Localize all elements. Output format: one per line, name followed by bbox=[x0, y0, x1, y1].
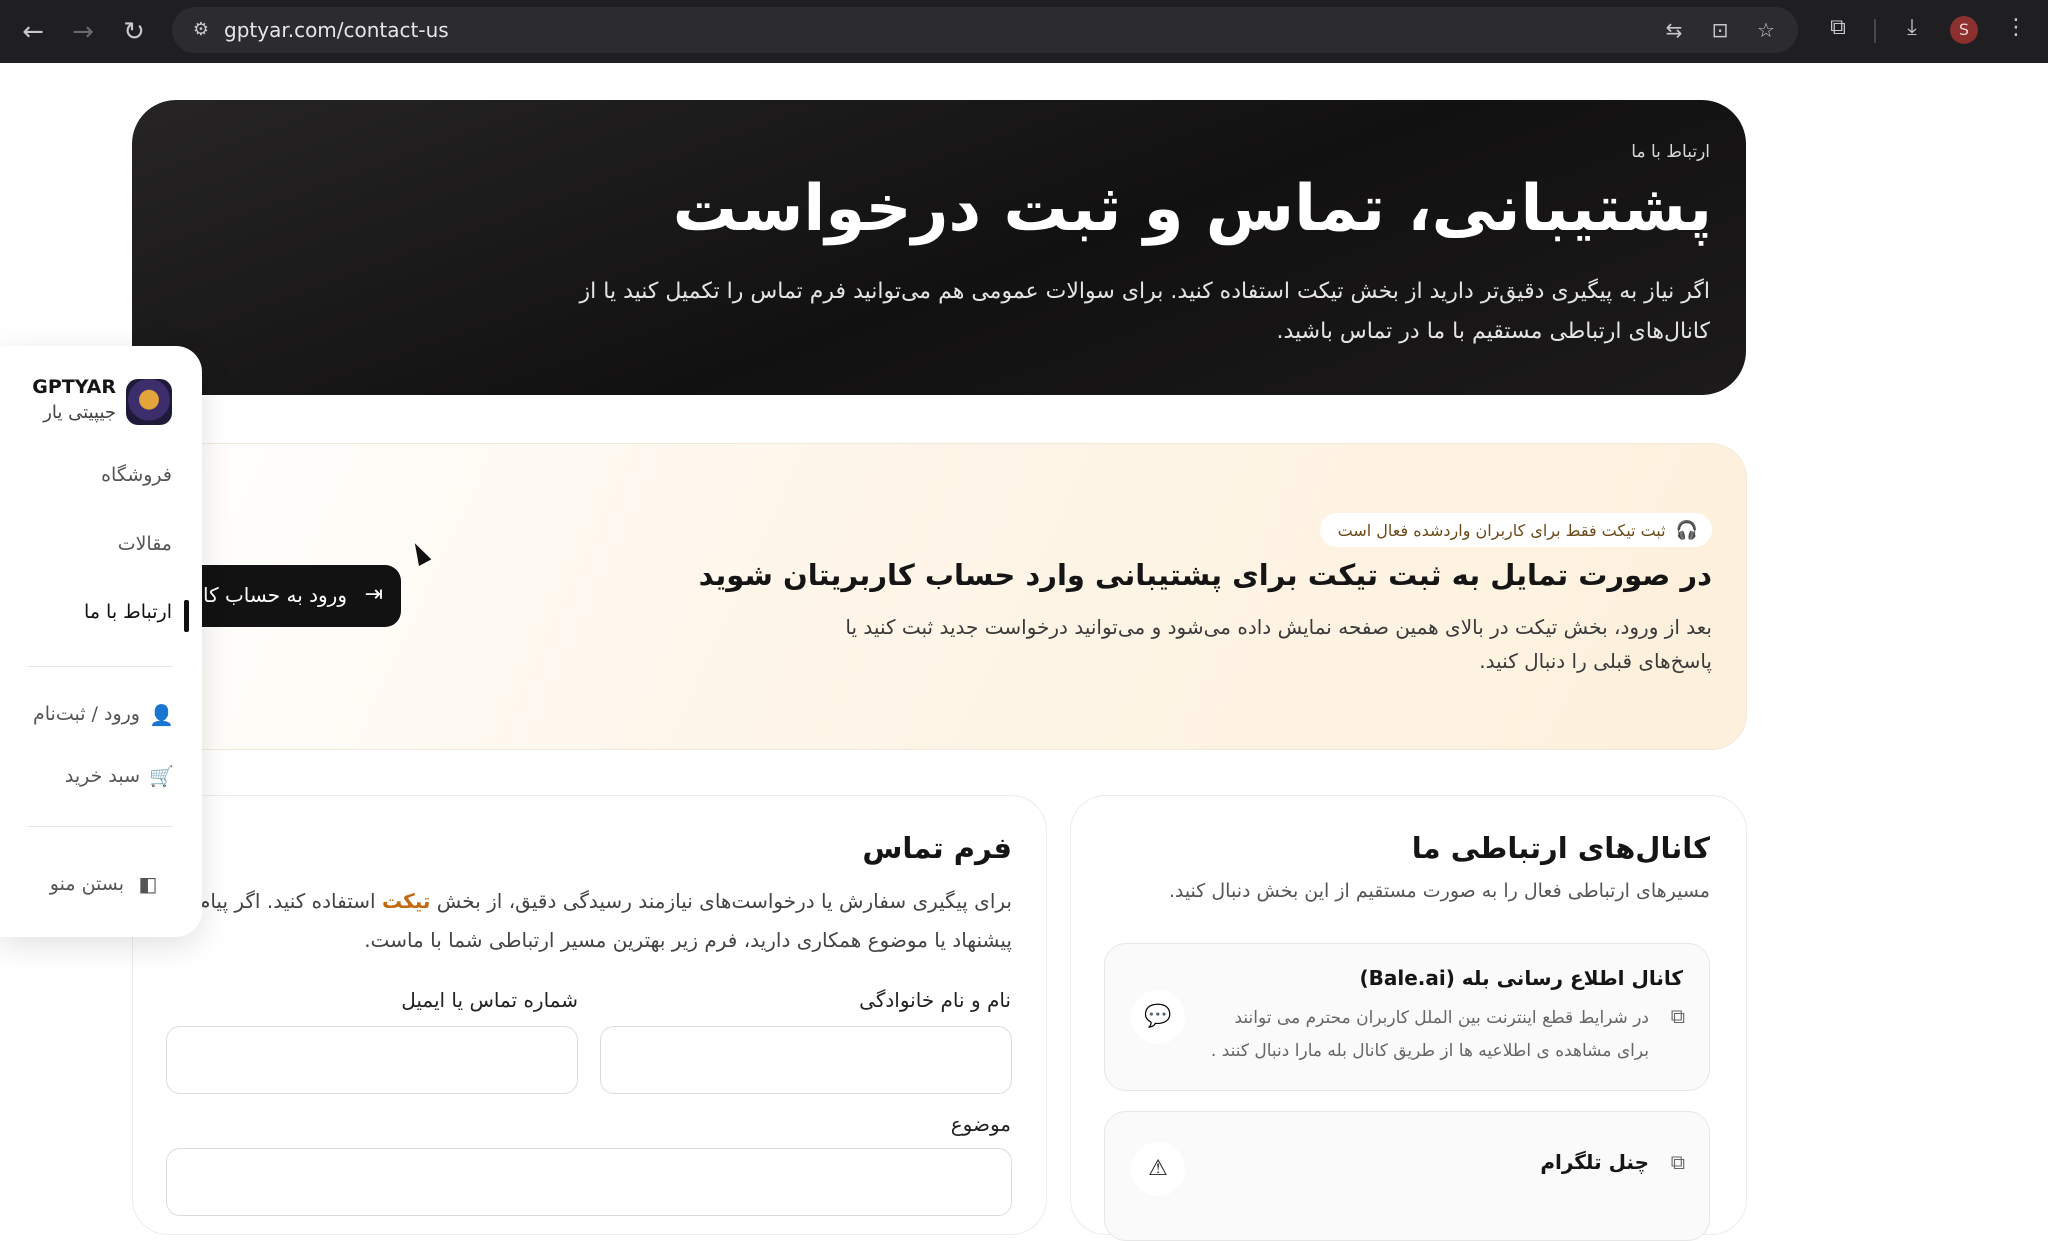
channels-description: مسیرهای ارتباطی فعال را به صورت مستقیم ا… bbox=[1168, 880, 1710, 902]
channels-title: کانال‌های ارتباطی ما bbox=[1411, 831, 1710, 865]
active-indicator bbox=[184, 600, 189, 632]
translate-icon[interactable]: ⇆ bbox=[1660, 18, 1688, 42]
site-settings-icon[interactable]: ⚙ bbox=[188, 17, 214, 43]
ticket-link[interactable]: تیکت bbox=[382, 889, 430, 913]
form-desc-before: برای پیگیری سفارش یا درخواست‌های نیازمند… bbox=[430, 889, 1012, 913]
channels-card: کانال‌های ارتباطی ما مسیرهای ارتباطی فعا… bbox=[1070, 795, 1747, 1241]
form-desc-line2: پیشنهاد یا موضوع همکاری دارید، فرم زیر ب… bbox=[364, 928, 1012, 952]
back-arrow-icon[interactable]: ← bbox=[15, 14, 51, 50]
ticket-description: بعد از ورود، بخش تیکت در بالای همین صفحه… bbox=[845, 615, 1712, 673]
sidebar-collapse-icon: ◧ bbox=[138, 872, 158, 896]
channel-item-telegram[interactable]: چنل تلگرام ⧉ ⚠ bbox=[1104, 1111, 1710, 1241]
address-bar[interactable]: ⚙ gptyar.com/contact-us ⇆ ⊡ ☆ bbox=[172, 7, 1798, 53]
brand-name: GPTYAR bbox=[32, 376, 116, 398]
ticket-heading: در صورت تمایل به ثبت تیکت برای پشتیبانی … bbox=[698, 558, 1712, 592]
headset-icon: 🎧 bbox=[1675, 519, 1698, 541]
cart-icon: 🛒 bbox=[149, 764, 174, 788]
sidebar-item-shop[interactable]: فروشگاه bbox=[101, 464, 172, 486]
hero-eyebrow: ارتباط با ما bbox=[1631, 142, 1710, 162]
channel-item-bale[interactable]: کانال اطلاع رسانی بله (Bale.ai) ⧉ در شرا… bbox=[1104, 943, 1710, 1091]
browser-toolbar: ← → ↻ ⚙ gptyar.com/contact-us ⇆ ⊡ ☆ ⧉ ⤓ … bbox=[0, 0, 2048, 63]
contact-form-description: برای پیگیری سفارش یا درخواست‌های نیازمند… bbox=[142, 882, 1012, 960]
contact-form-card: فرم تماس برای پیگیری سفارش یا درخواست‌ها… bbox=[132, 795, 1047, 1235]
sidebar-divider bbox=[28, 826, 173, 827]
hero-banner: ارتباط با ما پشتیبانی، تماس و ثبت درخواس… bbox=[132, 100, 1746, 395]
external-link-icon: ⧉ bbox=[1670, 1004, 1685, 1028]
more-menu-icon[interactable]: ⋮ bbox=[2000, 15, 2032, 40]
external-link-icon: ⧉ bbox=[1670, 1150, 1685, 1174]
close-menu-button[interactable]: بستن منو bbox=[50, 873, 124, 895]
sidebar-item-articles[interactable]: مقالات bbox=[118, 533, 172, 555]
sidebar-item-cart[interactable]: سبد خرید bbox=[65, 765, 140, 787]
side-menu: GPTYAR جیپیتی یار فروشگاه مقالات ارتباط … bbox=[0, 346, 202, 937]
ticket-notice-pill: 🎧 ثبت تیکت فقط برای کاربران واردشده فعال… bbox=[1319, 513, 1712, 547]
name-input[interactable] bbox=[600, 1026, 1012, 1094]
toolbar-divider bbox=[1874, 19, 1876, 43]
channel-title: چنل تلگرام bbox=[1540, 1150, 1649, 1174]
contact-input[interactable] bbox=[166, 1026, 578, 1094]
profile-avatar[interactable]: S bbox=[1950, 16, 1978, 44]
user-icon: 👤 bbox=[149, 703, 174, 727]
subject-field-label: موضوع bbox=[950, 1112, 1011, 1136]
chat-bubble-icon: 💬 bbox=[1131, 990, 1185, 1044]
ticket-login-card: 🎧 ثبت تیکت فقط برای کاربران واردشده فعال… bbox=[150, 443, 1747, 750]
extensions-icon[interactable]: ⧉ bbox=[1822, 15, 1854, 40]
sidebar-item-login[interactable]: ورود / ثبت‌نام bbox=[33, 703, 140, 725]
channel-description: در شرایط قطع اینترنت بین الملل کاربران م… bbox=[1210, 1008, 1649, 1061]
login-arrow-icon: ⇥ bbox=[364, 582, 383, 607]
contact-field-label: شماره تماس یا ایمیل bbox=[401, 988, 578, 1012]
page-title: پشتیبانی، تماس و ثبت درخواست bbox=[672, 172, 1712, 246]
sidebar-item-contact[interactable]: ارتباط با ما bbox=[84, 601, 172, 623]
bookmark-star-icon[interactable]: ☆ bbox=[1752, 18, 1780, 42]
brand-logo[interactable] bbox=[126, 379, 172, 425]
forward-arrow-icon[interactable]: → bbox=[65, 14, 101, 50]
warning-triangle-icon: ⚠ bbox=[1131, 1142, 1185, 1196]
install-app-icon[interactable]: ⊡ bbox=[1706, 18, 1734, 42]
hero-description: اگر نیاز به پیگیری دقیق‌تر دارید از بخش … bbox=[579, 279, 1710, 344]
sidebar-divider bbox=[28, 666, 173, 667]
name-field-label: نام و نام خانوادگی bbox=[859, 988, 1011, 1012]
brand-subtitle: جیپیتی یار bbox=[43, 402, 116, 423]
reload-icon[interactable]: ↻ bbox=[116, 14, 152, 50]
subject-input[interactable] bbox=[166, 1148, 1012, 1216]
url-text[interactable]: gptyar.com/contact-us bbox=[224, 18, 449, 42]
channel-title: کانال اطلاع رسانی بله (Bale.ai) bbox=[1359, 966, 1683, 990]
download-icon[interactable]: ⤓ bbox=[1896, 15, 1928, 40]
contact-form-title: فرم تماس bbox=[862, 831, 1012, 865]
ticket-notice-text: ثبت تیکت فقط برای کاربران واردشده فعال ا… bbox=[1337, 520, 1666, 540]
